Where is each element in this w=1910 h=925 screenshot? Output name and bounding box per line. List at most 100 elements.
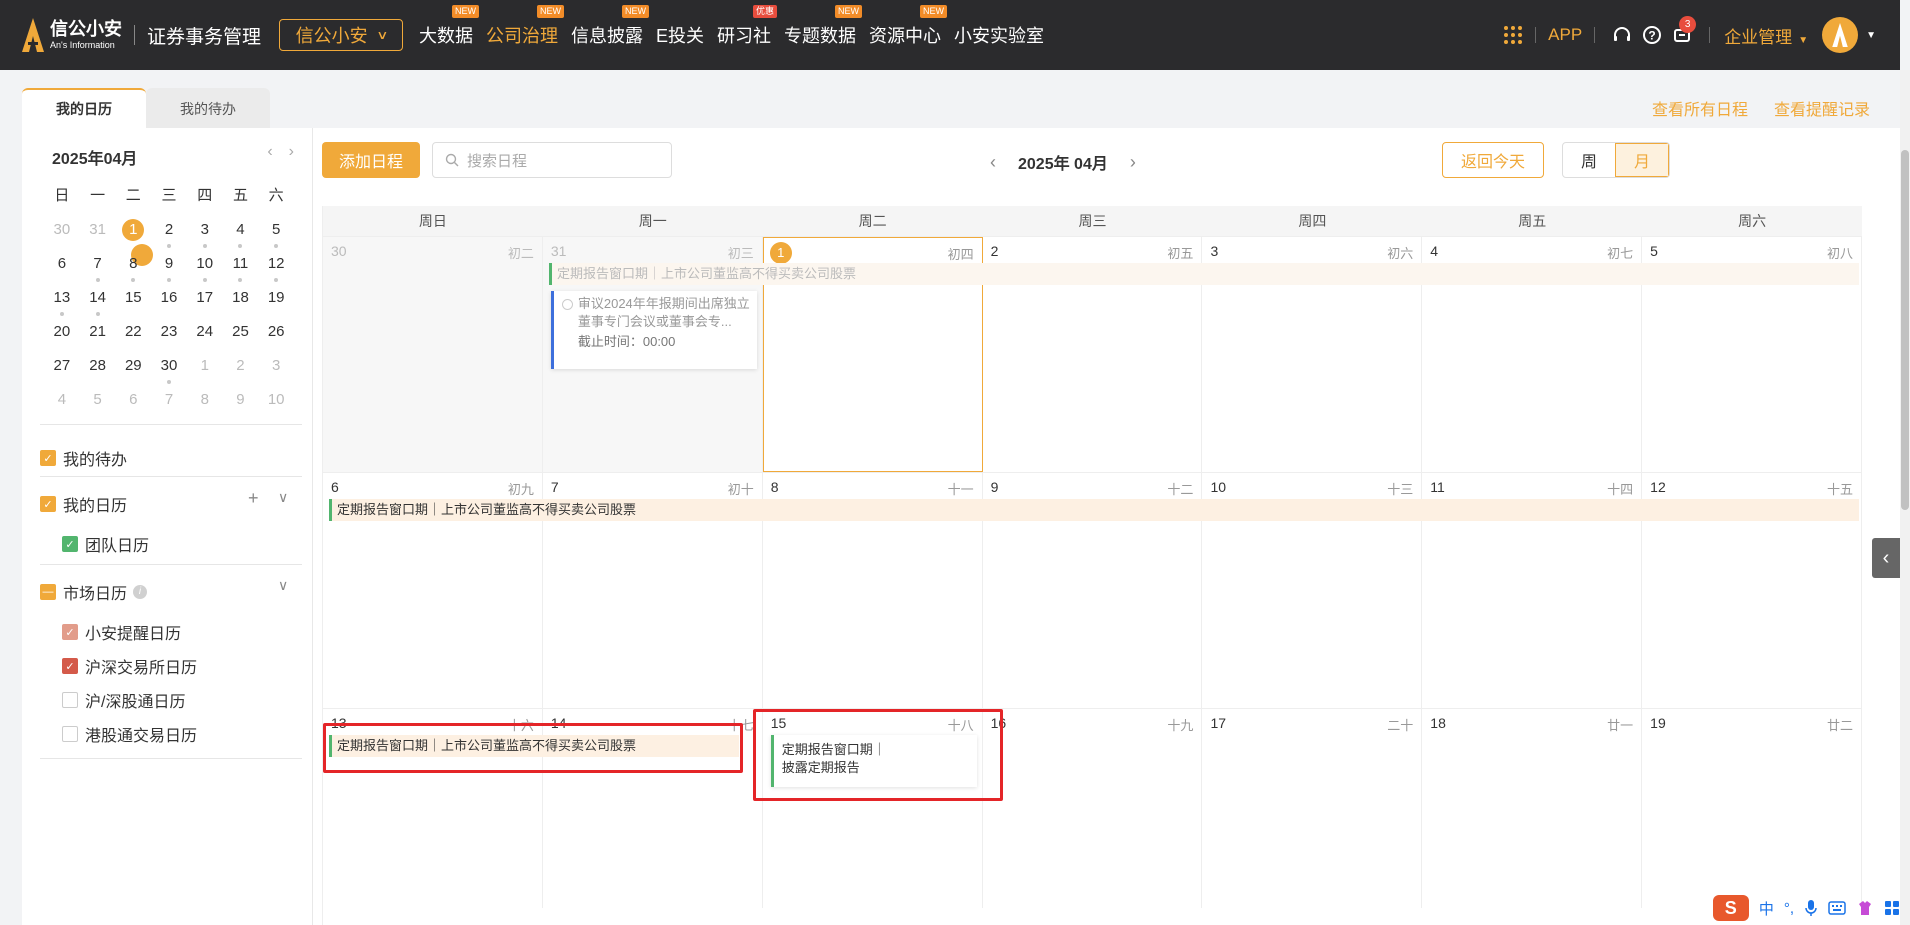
- mini-calendar-day[interactable]: 31: [80, 218, 116, 252]
- day-cell[interactable]: 19 廿二: [1642, 709, 1863, 908]
- mini-calendar-day[interactable]: 6: [44, 252, 80, 286]
- logo[interactable]: 信公小安 An's Information: [22, 18, 122, 52]
- mini-calendar-day[interactable]: 13: [44, 286, 80, 320]
- mini-calendar-day[interactable]: 1: [187, 354, 223, 388]
- mini-calendar-day[interactable]: 15: [115, 286, 151, 320]
- mini-calendar-day[interactable]: 30: [151, 354, 187, 388]
- mini-calendar-day[interactable]: 1: [115, 218, 154, 266]
- skin-icon[interactable]: [1856, 899, 1874, 917]
- mini-calendar-day[interactable]: 7: [80, 252, 116, 286]
- mini-calendar-day[interactable]: 11: [223, 252, 259, 286]
- mini-calendar-day[interactable]: 10: [258, 388, 294, 422]
- mini-calendar-day[interactable]: 9: [223, 388, 259, 422]
- mini-calendar-day[interactable]: 24: [187, 320, 223, 354]
- mini-calendar-day[interactable]: 22: [115, 320, 151, 354]
- add-schedule-button[interactable]: 添加日程: [322, 142, 420, 178]
- market-item-filter[interactable]: 沪/深股通日历: [62, 688, 185, 712]
- back-to-today-button[interactable]: 返回今天: [1442, 142, 1544, 178]
- next-month-icon[interactable]: ›: [1130, 152, 1136, 173]
- mini-calendar-day[interactable]: 17: [187, 286, 223, 320]
- info-icon[interactable]: i: [133, 585, 148, 599]
- mini-calendar-day[interactable]: 12: [258, 252, 294, 286]
- mini-calendar-day[interactable]: 3: [187, 218, 223, 252]
- team-calendar-filter[interactable]: ✓ 团队日历: [62, 532, 149, 556]
- avatar[interactable]: [1822, 17, 1859, 53]
- ime-language[interactable]: 中: [1759, 898, 1774, 919]
- prev-month-icon[interactable]: ‹: [267, 143, 272, 161]
- view-week-button[interactable]: 周: [1563, 143, 1615, 177]
- mini-calendar-day[interactable]: 5: [258, 218, 294, 252]
- checkbox-checked-icon[interactable]: ✓: [62, 624, 78, 640]
- punctuation-icon[interactable]: °,: [1784, 900, 1794, 917]
- checkbox-checked-icon[interactable]: ✓: [62, 658, 78, 674]
- mini-calendar-day[interactable]: 3: [258, 354, 294, 388]
- mini-calendar-day[interactable]: 23: [151, 320, 187, 354]
- mini-calendar-day[interactable]: 21: [80, 320, 116, 354]
- mini-calendar-day[interactable]: 7: [151, 388, 187, 422]
- market-item-filter[interactable]: ✓ 小安提醒日历: [62, 620, 181, 644]
- chevron-down-icon[interactable]: ∨: [278, 577, 288, 594]
- checkbox-partial-icon[interactable]: —: [40, 584, 56, 600]
- mini-calendar-day[interactable]: 25: [223, 320, 259, 354]
- mini-calendar-day[interactable]: 4: [44, 388, 80, 422]
- mini-calendar-day[interactable]: 10: [187, 252, 223, 286]
- keyboard-icon[interactable]: [1828, 901, 1846, 915]
- nav-item[interactable]: 研习社 优惠: [717, 5, 778, 48]
- mini-calendar-day[interactable]: 27: [44, 354, 80, 388]
- headset-icon[interactable]: [1612, 25, 1632, 45]
- view-reminder-records-link[interactable]: 查看提醒记录: [1774, 96, 1870, 120]
- caret-down-icon[interactable]: ▼: [1866, 30, 1876, 41]
- mini-calendar-day[interactable]: 28: [80, 354, 116, 388]
- microphone-icon[interactable]: [1804, 899, 1818, 917]
- mini-calendar-day[interactable]: 30: [44, 218, 80, 252]
- next-month-icon[interactable]: ›: [289, 143, 294, 161]
- nav-item[interactable]: E投关: [656, 22, 704, 48]
- nav-item[interactable]: 大数据 NEW: [419, 5, 480, 48]
- mini-calendar-day[interactable]: 2: [223, 354, 259, 388]
- mini-calendar-day[interactable]: 8: [115, 252, 151, 286]
- mini-calendar-day[interactable]: 9: [151, 252, 187, 286]
- help-icon[interactable]: ?: [1642, 25, 1662, 45]
- day-cell[interactable]: 18 廿一: [1422, 709, 1643, 908]
- day-cell[interactable]: 30 初二: [323, 237, 543, 472]
- message-button[interactable]: 3: [1672, 16, 1697, 45]
- plus-icon[interactable]: +: [248, 488, 259, 509]
- checkbox-checked-icon[interactable]: ✓: [40, 496, 56, 512]
- product-select[interactable]: 信公小安 ∨: [279, 19, 404, 51]
- day-cell[interactable]: 17 二十: [1202, 709, 1423, 908]
- mini-calendar-day[interactable]: 8: [187, 388, 223, 422]
- mini-calendar-day[interactable]: 2: [151, 218, 187, 252]
- apps-icon[interactable]: [1884, 900, 1900, 916]
- mini-calendar-day[interactable]: 26: [258, 320, 294, 354]
- enterprise-menu[interactable]: 企业管理 ▼: [1724, 23, 1808, 48]
- view-all-schedules-link[interactable]: 查看所有日程: [1652, 96, 1748, 120]
- nav-item[interactable]: 专题数据 NEW: [784, 5, 863, 48]
- scrollbar-thumb[interactable]: [1901, 150, 1909, 510]
- checkbox-checked-icon[interactable]: ✓: [40, 450, 56, 466]
- mini-calendar-day[interactable]: 20: [44, 320, 80, 354]
- apps-grid-icon[interactable]: [1503, 25, 1523, 45]
- search-input[interactable]: 搜索日程: [432, 142, 672, 178]
- view-month-button[interactable]: 月: [1615, 143, 1669, 177]
- event-window-bar[interactable]: 定期报告窗口期｜上市公司董监高不得买卖公司股票: [549, 263, 1859, 285]
- mini-calendar-day[interactable]: 19: [258, 286, 294, 320]
- checkbox-checked-icon[interactable]: ✓: [62, 536, 78, 552]
- scrollbar[interactable]: [1900, 70, 1910, 925]
- tab-my-calendar[interactable]: 我的日历: [22, 88, 146, 128]
- market-item-filter[interactable]: ✓ 沪深交易所日历: [62, 654, 197, 678]
- market-item-filter[interactable]: 港股通交易日历: [62, 722, 197, 746]
- mini-calendar-day[interactable]: 29: [115, 354, 151, 388]
- checkbox-unchecked-icon[interactable]: [62, 692, 78, 708]
- event-window-bar[interactable]: 定期报告窗口期｜上市公司董监高不得买卖公司股票: [329, 499, 1859, 521]
- mini-calendar-day[interactable]: 5: [80, 388, 116, 422]
- market-calendar-filter[interactable]: — 市场日历 i: [40, 580, 148, 604]
- ime-logo-icon[interactable]: S: [1712, 895, 1749, 921]
- nav-item[interactable]: 资源中心 NEW: [869, 5, 948, 48]
- chevron-down-icon[interactable]: ∨: [278, 489, 288, 506]
- todo-card[interactable]: 审议2024年年报期间出席独立董事专门会议或董事会专... 截止时间：00:00: [550, 291, 757, 369]
- mini-calendar-day[interactable]: 6: [115, 388, 151, 422]
- my-todo-filter[interactable]: ✓ 我的待办: [40, 446, 127, 470]
- mini-calendar-day[interactable]: 16: [151, 286, 187, 320]
- prev-month-icon[interactable]: ‹: [990, 152, 996, 173]
- tab-my-todo[interactable]: 我的待办: [146, 88, 270, 128]
